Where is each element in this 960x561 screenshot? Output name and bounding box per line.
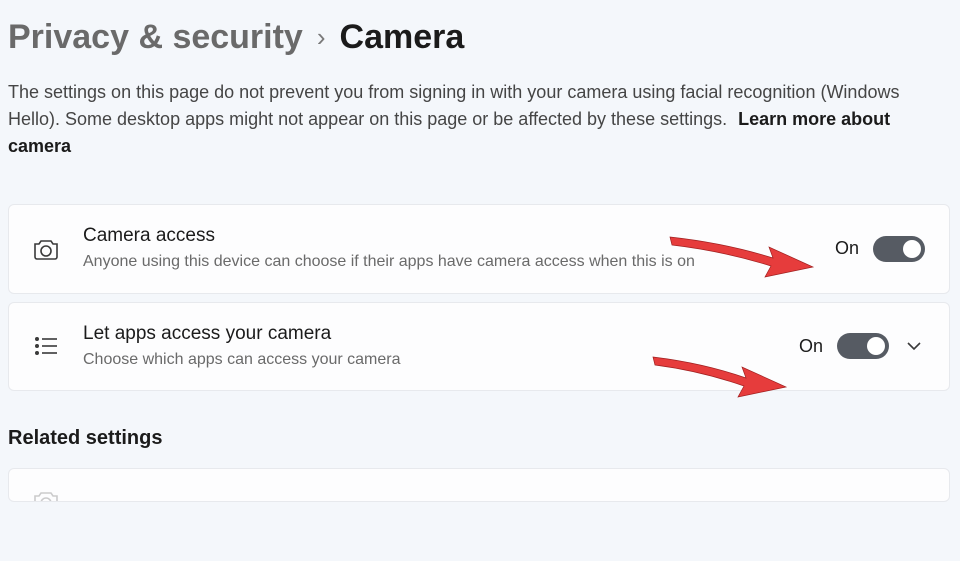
apps-access-toggle[interactable] <box>837 333 889 359</box>
camera-access-toggle[interactable] <box>873 236 925 262</box>
expand-chevron-icon[interactable] <box>903 337 925 355</box>
camera-icon <box>31 237 61 261</box>
setting-subtitle: Anyone using this device can choose if t… <box>83 251 813 273</box>
breadcrumb: Privacy & security › Camera <box>8 18 950 57</box>
related-settings-heading: Related settings <box>8 427 950 450</box>
camera-icon <box>31 489 61 502</box>
list-icon <box>31 335 61 357</box>
setting-title: Camera access <box>83 225 813 247</box>
setting-subtitle: Choose which apps can access your camera <box>83 349 777 371</box>
toggle-state-label: On <box>799 336 823 357</box>
breadcrumb-parent[interactable]: Privacy & security <box>8 18 303 57</box>
setting-title: Let apps access your camera <box>83 323 777 345</box>
toggle-state-label: On <box>835 238 859 259</box>
breadcrumb-current: Camera <box>340 18 465 57</box>
related-setting-item[interactable] <box>8 468 950 502</box>
setting-camera-access: Camera access Anyone using this device c… <box>8 204 950 294</box>
chevron-right-icon: › <box>317 22 326 53</box>
setting-let-apps-access-camera[interactable]: Let apps access your camera Choose which… <box>8 302 950 392</box>
page-description: The settings on this page do not prevent… <box>8 79 948 160</box>
